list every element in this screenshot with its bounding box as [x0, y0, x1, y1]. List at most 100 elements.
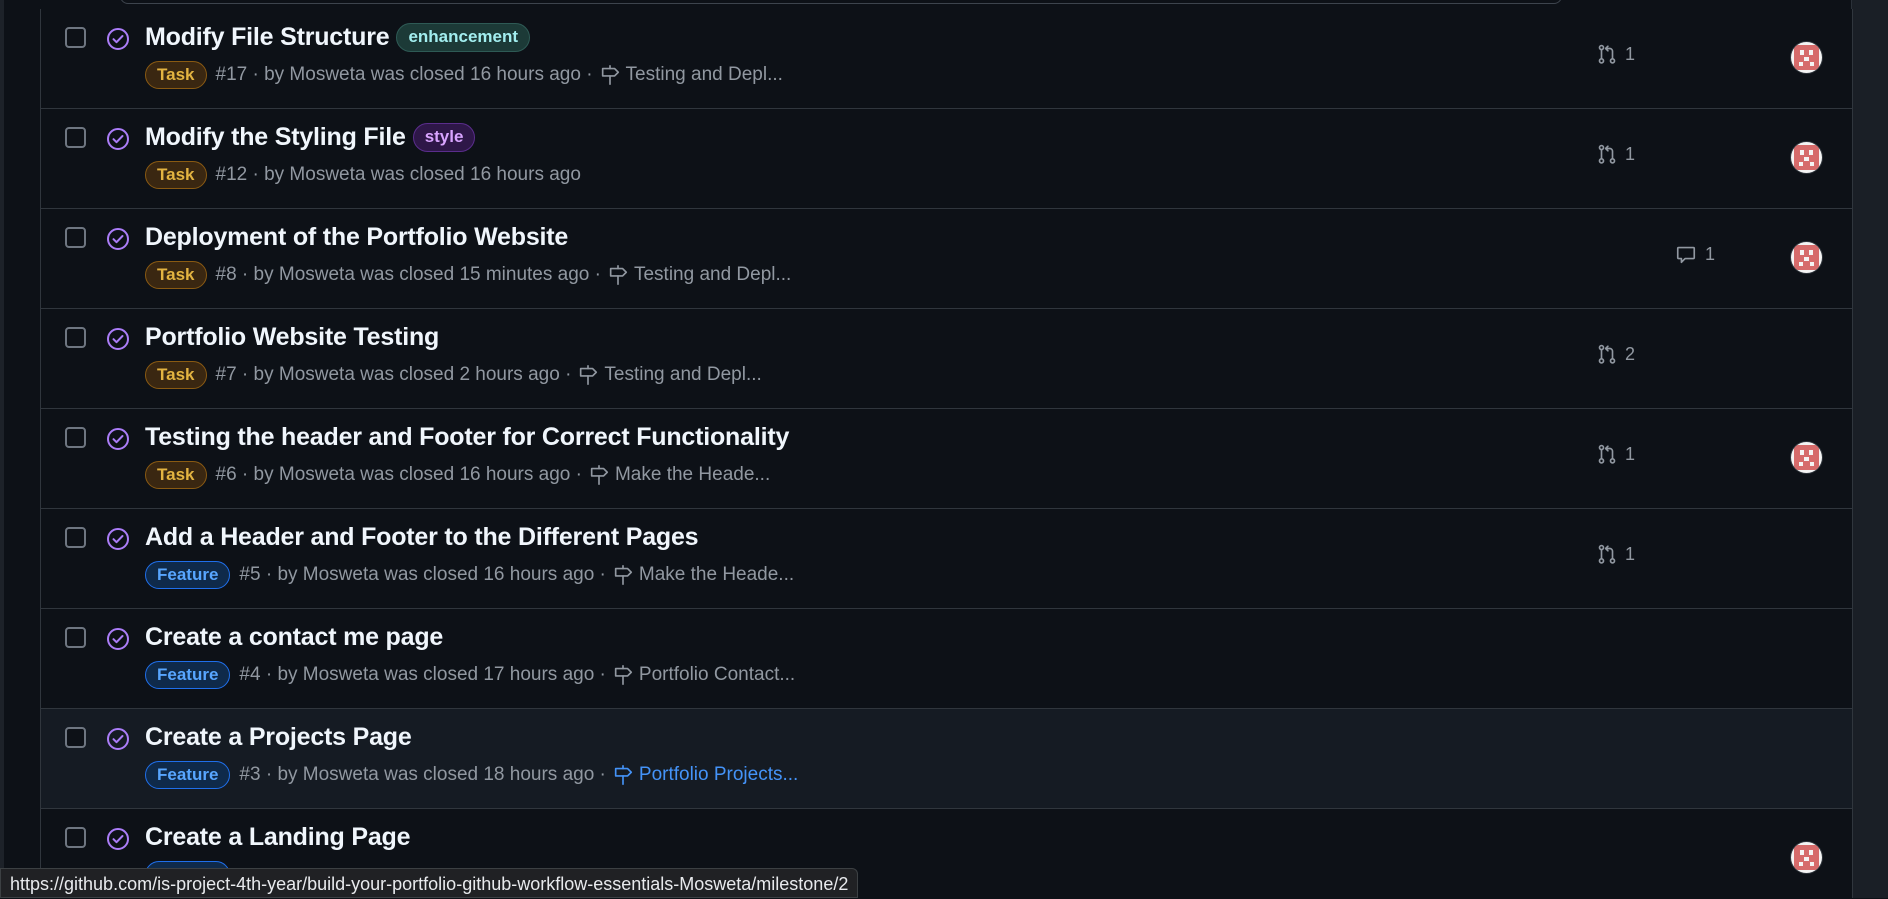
issue-type-badge: Feature [145, 561, 231, 589]
issue-closed-icon [107, 28, 129, 50]
issue-row[interactable]: Modify the Styling File style Task #12 ·… [41, 109, 1852, 209]
avatar[interactable] [1791, 42, 1822, 73]
select-checkbox[interactable] [65, 227, 86, 248]
right-scroll-area[interactable] [1851, 0, 1888, 898]
label-enhancement[interactable]: enhancement [396, 23, 531, 52]
title-line: Modify File Structure enhancement [145, 23, 531, 52]
select-checkbox[interactable] [65, 327, 86, 348]
milestone-link[interactable]: Make the Heade... [615, 464, 770, 486]
avatar[interactable] [1791, 842, 1822, 873]
pr-count-text: 1 [1625, 43, 1636, 64]
issue-closed-icon [107, 428, 129, 450]
select-checkbox[interactable] [65, 627, 86, 648]
select-checkbox[interactable] [65, 127, 86, 148]
milestone-icon [580, 365, 598, 385]
issue-title-link[interactable]: Testing the header and Footer for Correc… [145, 423, 789, 452]
linked-pull-requests[interactable]: 2 [1596, 343, 1635, 365]
milestone-icon [601, 65, 619, 85]
select-checkbox[interactable] [65, 727, 86, 748]
issue-meta-text: #6 · by Mosweta was closed 16 hours ago … [215, 464, 582, 485]
issue-type-badge: Task [145, 61, 207, 89]
issue-title-link[interactable]: Modify File Structure [145, 23, 390, 52]
milestone-link[interactable]: Portfolio Projects... [639, 764, 798, 786]
issue-closed-icon [107, 828, 129, 850]
issue-meta: Task #7 · by Mosweta was closed 2 hours … [145, 361, 762, 389]
title-line: Modify the Styling File style [145, 123, 476, 152]
milestone-link[interactable]: Make the Heade... [639, 564, 794, 586]
title-line: Create a Projects Page [145, 723, 412, 752]
identicon-icon [1794, 845, 1819, 870]
pr-count-text: 1 [1625, 543, 1636, 564]
git-pull-request-icon [1598, 444, 1616, 464]
select-checkbox[interactable] [65, 827, 86, 848]
issue-title-link[interactable]: Deployment of the Portfolio Website [145, 223, 568, 252]
title-line: Deployment of the Portfolio Website [145, 223, 568, 252]
issue-meta: Feature #5 · by Mosweta was closed 16 ho… [145, 561, 794, 589]
comment-count[interactable]: 1 [1675, 243, 1715, 265]
issue-title-link[interactable]: Create a contact me page [145, 623, 443, 652]
title-line: Create a Landing Page [145, 823, 411, 852]
issue-title-link[interactable]: Create a Projects Page [145, 723, 412, 752]
issue-title-link[interactable]: Add a Header and Footer to the Different… [145, 523, 699, 552]
title-line: Create a contact me page [145, 623, 443, 652]
issue-meta-text: #12 · by Mosweta was closed 16 hours ago [215, 164, 581, 185]
issue-closed-icon [107, 628, 129, 650]
select-checkbox[interactable] [65, 27, 86, 48]
issue-row[interactable]: Deployment of the Portfolio Website Task… [41, 209, 1852, 309]
select-checkbox[interactable] [65, 527, 86, 548]
milestone-link[interactable]: Testing and Depl... [626, 64, 783, 86]
issue-row[interactable]: Testing the header and Footer for Correc… [41, 409, 1852, 509]
issue-type-badge: Task [145, 461, 207, 489]
search-bar-edge[interactable] [120, 0, 1562, 4]
label-style[interactable]: style [412, 123, 476, 152]
milestone-icon [609, 265, 628, 285]
issue-closed-icon [107, 328, 129, 350]
avatar[interactable] [1791, 442, 1822, 473]
issue-meta: Task #6 · by Mosweta was closed 16 hours… [145, 461, 770, 489]
issue-meta: Task #17 · by Mosweta was closed 16 hour… [145, 61, 783, 89]
identicon-icon [1794, 445, 1819, 470]
select-checkbox[interactable] [65, 427, 86, 448]
issue-meta: Task #8 · by Mosweta was closed 15 minut… [145, 261, 791, 289]
milestone-link[interactable]: Testing and Depl... [604, 364, 761, 386]
milestone-link[interactable]: Testing and Depl... [634, 264, 791, 286]
git-pull-request-icon [1598, 144, 1616, 164]
issue-meta: Feature #4 · by Mosweta was closed 17 ho… [145, 661, 795, 689]
avatar[interactable] [1791, 242, 1822, 273]
identicon-icon [1794, 145, 1819, 170]
linked-pull-requests[interactable]: 1 [1596, 143, 1635, 165]
milestone-icon [614, 765, 632, 785]
issue-row[interactable]: Modify File Structure enhancement Task #… [41, 9, 1852, 109]
issue-closed-icon [107, 228, 129, 250]
issue-row[interactable]: Create a Projects Page Feature #3 · by M… [41, 709, 1852, 809]
issue-closed-icon [107, 728, 129, 750]
issue-row[interactable]: Add a Header and Footer to the Different… [41, 509, 1852, 609]
issue-row[interactable]: Portfolio Website Testing Task #7 · by M… [41, 309, 1852, 409]
issue-title-link[interactable]: Create a Landing Page [145, 823, 411, 852]
pr-count-text: 2 [1625, 343, 1636, 364]
milestone-icon [614, 565, 632, 585]
milestone-icon [590, 465, 609, 485]
linked-pull-requests[interactable]: 1 [1596, 43, 1635, 65]
avatar[interactable] [1791, 142, 1822, 173]
issue-meta-text: #3 · by Mosweta was closed 18 hours ago … [239, 764, 606, 785]
left-edge [0, 0, 4, 898]
title-line: Testing the header and Footer for Correc… [145, 423, 789, 452]
issue-title-link[interactable]: Portfolio Website Testing [145, 323, 439, 352]
comment-count-text: 1 [1705, 243, 1716, 264]
identicon-icon [1794, 45, 1819, 70]
linked-pull-requests[interactable]: 1 [1596, 443, 1635, 465]
pr-count-text: 1 [1625, 143, 1636, 164]
issue-type-badge: Feature [145, 761, 231, 789]
issue-meta: Task #12 · by Mosweta was closed 16 hour… [145, 161, 581, 189]
git-pull-request-icon [1598, 344, 1616, 364]
issue-row[interactable]: Create a contact me page Feature #4 · by… [41, 609, 1852, 709]
git-pull-request-icon [1598, 544, 1616, 564]
linked-pull-requests[interactable]: 1 [1596, 543, 1635, 565]
milestone-link[interactable]: Portfolio Contact... [639, 664, 795, 686]
issue-meta-text: #17 · by Mosweta was closed 16 hours ago… [215, 64, 593, 85]
issue-title-link[interactable]: Modify the Styling File [145, 123, 406, 152]
issue-closed-icon [107, 528, 129, 550]
issue-meta-text: #8 · by Mosweta was closed 15 minutes ag… [215, 264, 601, 285]
issue-meta: Feature #3 · by Mosweta was closed 18 ho… [145, 761, 798, 789]
